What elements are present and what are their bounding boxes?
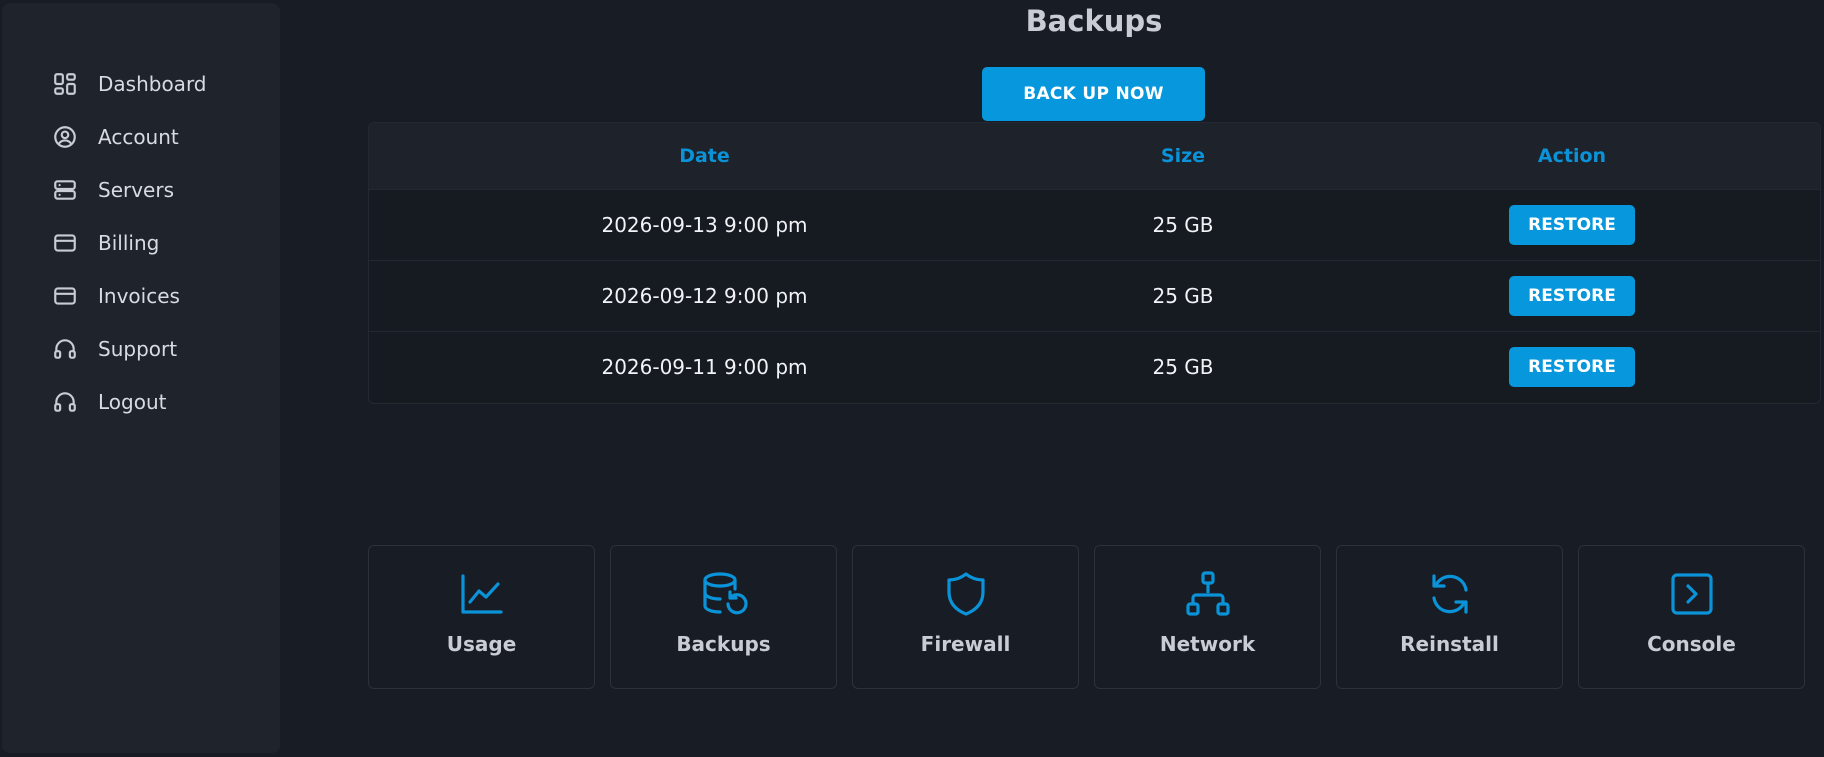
sidebar-item-label: Servers (98, 177, 175, 202)
sidebar-item-dashboard[interactable]: Dashboard (52, 57, 207, 110)
headphones-icon (52, 336, 78, 362)
restore-button[interactable]: RESTORE (1509, 276, 1635, 316)
table-row: 2026-09-13 9:00 pm 25 GB RESTORE (369, 189, 1820, 260)
action-cell: RESTORE (1326, 276, 1818, 316)
database-restore-icon (700, 570, 748, 618)
tile-backups[interactable]: Backups (610, 545, 837, 689)
column-header-action: Action (1537, 145, 1607, 167)
console-icon (1668, 570, 1716, 618)
sidebar-item-support[interactable]: Support (52, 322, 207, 375)
action-cell: RESTORE (1326, 347, 1818, 387)
column-header-date: Date (679, 145, 730, 167)
back-up-now-button[interactable]: BACK UP NOW (982, 67, 1205, 121)
tile-label: Console (1647, 632, 1736, 656)
sidebar-item-account[interactable]: Account (52, 110, 207, 163)
chart-line-icon (458, 570, 506, 618)
column-header-size: Size (1160, 145, 1206, 167)
tile-label: Usage (446, 632, 517, 656)
tile-firewall[interactable]: Firewall (852, 545, 1079, 689)
credit-card-icon (52, 283, 78, 309)
backups-table: Date Size Action 2026-09-13 9:00 pm 25 G… (368, 122, 1821, 404)
dashboard-icon (52, 71, 78, 97)
backup-size: 25 GB (1152, 284, 1214, 308)
tile-usage[interactable]: Usage (368, 545, 595, 689)
sidebar: Dashboard Account Servers Billing Invoic… (2, 3, 280, 753)
table-row: 2026-09-12 9:00 pm 25 GB RESTORE (369, 260, 1820, 331)
credit-card-icon (52, 230, 78, 256)
tile-label: Reinstall (1400, 632, 1499, 656)
tile-label: Firewall (920, 632, 1011, 656)
restore-button[interactable]: RESTORE (1509, 347, 1635, 387)
action-cell: RESTORE (1326, 205, 1818, 245)
page: Dashboard Account Servers Billing Invoic… (0, 0, 1824, 757)
shield-icon (942, 570, 990, 618)
sidebar-nav: Dashboard Account Servers Billing Invoic… (52, 57, 207, 428)
sidebar-item-label: Support (98, 336, 178, 361)
tile-console[interactable]: Console (1578, 545, 1805, 689)
sidebar-item-logout[interactable]: Logout (52, 375, 207, 428)
backup-date: 2026-09-11 9:00 pm (601, 355, 808, 379)
page-title: Backups (1025, 4, 1163, 38)
table-header: Date Size Action (369, 123, 1820, 189)
tile-label: Backups (676, 632, 771, 656)
sidebar-item-label: Logout (98, 389, 167, 414)
server-icon (52, 177, 78, 203)
tile-reinstall[interactable]: Reinstall (1336, 545, 1563, 689)
backup-size: 25 GB (1152, 213, 1214, 237)
backup-date: 2026-09-13 9:00 pm (601, 213, 808, 237)
user-circle-icon (52, 124, 78, 150)
backup-date: 2026-09-12 9:00 pm (601, 284, 808, 308)
sidebar-item-billing[interactable]: Billing (52, 216, 207, 269)
backup-size: 25 GB (1152, 355, 1214, 379)
sidebar-item-label: Account (98, 124, 179, 149)
table-row: 2026-09-11 9:00 pm 25 GB RESTORE (369, 331, 1820, 402)
sidebar-item-label: Billing (98, 230, 160, 255)
refresh-icon (1426, 570, 1474, 618)
restore-button[interactable]: RESTORE (1509, 205, 1635, 245)
server-actions: Usage Backups Firewall Network Reinstall… (368, 545, 1805, 689)
sidebar-item-label: Dashboard (98, 71, 207, 96)
tile-network[interactable]: Network (1094, 545, 1321, 689)
network-icon (1184, 570, 1232, 618)
tile-label: Network (1159, 632, 1256, 656)
sidebar-item-invoices[interactable]: Invoices (52, 269, 207, 322)
headphones-icon (52, 389, 78, 415)
sidebar-item-servers[interactable]: Servers (52, 163, 207, 216)
sidebar-item-label: Invoices (98, 283, 180, 308)
